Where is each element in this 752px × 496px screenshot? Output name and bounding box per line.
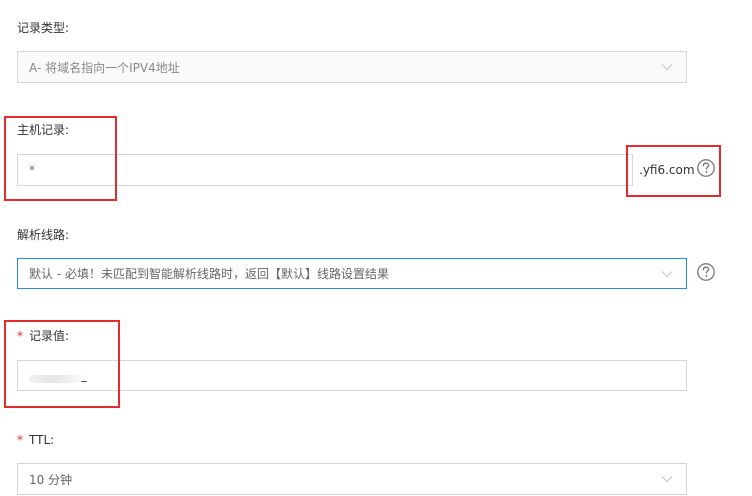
record-type-value: A- 将域名指向一个IPV4地址 (29, 60, 180, 75)
host-record-label: 主机记录: (17, 123, 70, 137)
redacted-value (29, 374, 87, 383)
record-type-select[interactable]: A- 将域名指向一个IPV4地址 (17, 51, 687, 83)
chevron-down-icon (661, 476, 673, 483)
ttl-label: TTL: (29, 433, 55, 447)
ttl-label-row: * TTL: (17, 432, 54, 448)
chevron-down-icon (661, 270, 673, 277)
required-mark: * (17, 433, 23, 447)
host-record-input[interactable] (17, 154, 633, 186)
host-record-field[interactable] (29, 163, 632, 177)
record-value-label: 记录值: (29, 329, 70, 343)
record-value-label-row: * 记录值: (17, 328, 69, 344)
chevron-down-icon (661, 64, 673, 71)
domain-suffix: .yfi6.com (639, 163, 695, 177)
ttl-select[interactable]: 10 分钟 (17, 463, 687, 495)
resolution-line-select[interactable]: 默认 - 必填！未匹配到智能解析线路时，返回【默认】线路设置结果 (17, 258, 687, 289)
ttl-value: 10 分钟 (29, 472, 73, 487)
question-circle-icon[interactable] (696, 262, 716, 282)
record-value-input[interactable] (17, 360, 687, 391)
question-circle-icon[interactable] (696, 158, 716, 178)
required-mark: * (17, 329, 23, 343)
record-type-label: 记录类型: (17, 21, 70, 35)
resolution-line-label: 解析线路: (17, 228, 70, 242)
resolution-line-value: 默认 - 必填！未匹配到智能解析线路时，返回【默认】线路设置结果 (29, 267, 389, 281)
